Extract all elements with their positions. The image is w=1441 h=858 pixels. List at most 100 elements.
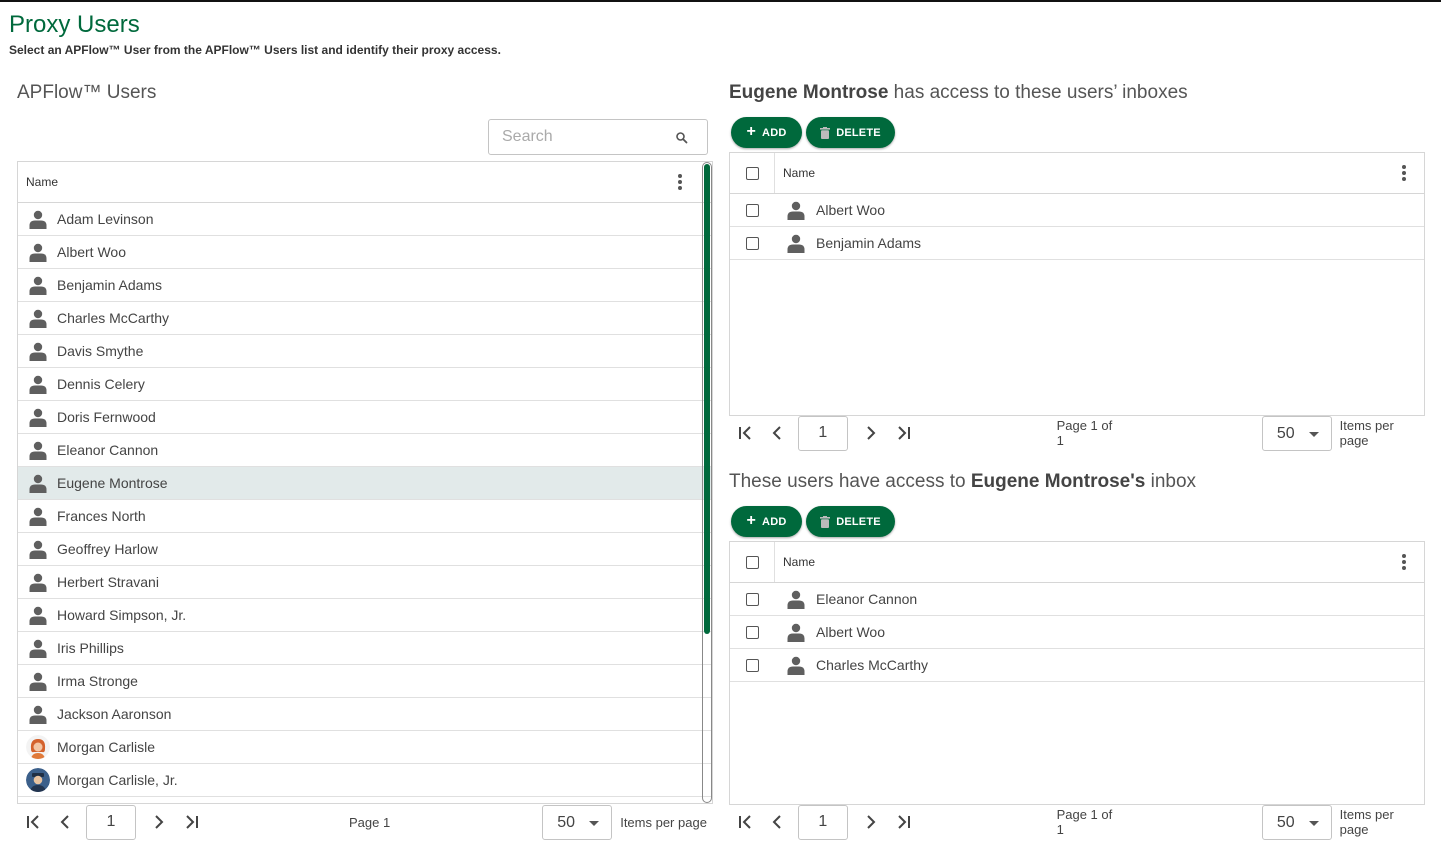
chevron-down-icon: [1308, 431, 1319, 437]
user-list-row[interactable]: Geoffrey Harlow: [18, 533, 712, 566]
users-grid: Name Adam Levinson Albert Woo Benjamin Ada…: [17, 161, 713, 804]
chevron-down-icon: [589, 820, 600, 826]
table-row[interactable]: Albert Woo: [730, 194, 1424, 227]
row-checkbox[interactable]: [746, 236, 759, 250]
user-list-row[interactable]: Doris Fernwood: [18, 401, 712, 434]
scrollbar-thumb[interactable]: [704, 164, 710, 634]
user-name: Jackson Aaronson: [57, 706, 172, 722]
items-per-page-select[interactable]: 50: [1261, 415, 1332, 451]
user-name: Irma Stronge: [57, 673, 138, 689]
user-list-row[interactable]: Eugene Montrose: [18, 467, 712, 500]
row-checkbox[interactable]: [746, 658, 759, 672]
first-page-icon[interactable]: [24, 812, 44, 832]
user-icon: [28, 672, 48, 691]
first-page-icon[interactable]: [736, 423, 756, 443]
table-row[interactable]: Albert Woo: [730, 616, 1424, 649]
user-icon: [28, 540, 48, 559]
user-icon: [786, 623, 806, 642]
user-list-row[interactable]: Iris Phillips: [18, 632, 712, 665]
row-checkbox[interactable]: [746, 625, 759, 639]
first-page-icon[interactable]: [736, 812, 756, 832]
column-menu-icon[interactable]: [1398, 552, 1410, 572]
column-header-name[interactable]: Name: [783, 166, 815, 180]
user-list-row[interactable]: Benjamin Adams: [18, 269, 712, 302]
user-list-row[interactable]: Jackson Aaronson: [18, 698, 712, 731]
search-icon[interactable]: [675, 131, 689, 145]
user-name: Morgan Carlisle, Jr.: [57, 772, 178, 788]
proxy-access-grid: Name Eleanor Cannon Albert Woo Charles McC…: [729, 541, 1425, 805]
row-checkbox[interactable]: [746, 203, 759, 217]
proxy-access-grid-header: Name: [730, 542, 1424, 583]
delete-button[interactable]: DELETE: [806, 506, 895, 537]
user-list-row[interactable]: Frances North: [18, 500, 712, 533]
next-page-icon[interactable]: [149, 812, 169, 832]
items-per-page-select[interactable]: 50: [1261, 804, 1332, 840]
user-icon: [28, 507, 48, 526]
next-page-icon[interactable]: [861, 812, 881, 832]
select-all-checkbox[interactable]: [745, 555, 759, 569]
user-name: Howard Simpson, Jr.: [57, 607, 187, 623]
last-page-icon[interactable]: [893, 812, 913, 832]
user-list-row[interactable]: Eleanor Cannon: [18, 434, 712, 467]
column-header-name[interactable]: Name: [783, 555, 815, 569]
user-icon: [28, 276, 48, 295]
inbox-access-grid-header: Name: [730, 153, 1424, 194]
table-row[interactable]: Benjamin Adams: [730, 227, 1424, 260]
column-menu-icon[interactable]: [674, 172, 686, 192]
search-box[interactable]: [488, 119, 708, 155]
scrollbar[interactable]: [702, 162, 712, 803]
user-name: Herbert Stravani: [57, 574, 159, 590]
table-row[interactable]: Eleanor Cannon: [730, 583, 1424, 616]
user-icon: [28, 342, 48, 361]
select-all-checkbox[interactable]: [745, 166, 759, 180]
items-per-page-select[interactable]: 50: [542, 804, 613, 840]
page-subtitle: Select an APFlow™ User from the APFlow™ …: [9, 43, 501, 57]
user-icon: [28, 474, 48, 493]
column-menu-icon[interactable]: [1398, 163, 1410, 183]
search-input[interactable]: [502, 128, 672, 146]
next-page-icon[interactable]: [861, 423, 881, 443]
prev-page-icon[interactable]: [767, 423, 787, 443]
page-number-input[interactable]: 1: [86, 804, 136, 840]
user-name: Adam Levinson: [57, 211, 154, 227]
add-button[interactable]: + ADD: [731, 506, 802, 537]
items-per-page-label: Items per page: [1339, 807, 1394, 837]
users-section-title: APFlow™ Users: [17, 82, 157, 103]
user-list-row[interactable]: Davis Smythe: [18, 335, 712, 368]
user-list-row[interactable]: Dennis Celery: [18, 368, 712, 401]
user-name: Eleanor Cannon: [57, 442, 159, 458]
last-page-icon[interactable]: [893, 423, 913, 443]
user-list-row[interactable]: Morgan Carlisle, Jr.: [18, 764, 712, 797]
items-per-page-label: Items per page: [1339, 418, 1394, 448]
trash-icon: [820, 126, 831, 139]
prev-page-icon[interactable]: [55, 812, 75, 832]
prev-page-icon[interactable]: [767, 812, 787, 832]
user-list-row[interactable]: Albert Woo: [18, 236, 712, 269]
user-icon: [28, 705, 48, 724]
user-list-row[interactable]: Morgan Carlisle: [18, 731, 712, 764]
user-list-row[interactable]: Howard Simpson, Jr.: [18, 599, 712, 632]
inbox-access-pager: 1 Page 1 of 1 50 Items per page: [736, 415, 1426, 451]
last-page-icon[interactable]: [181, 812, 201, 832]
user-list-row[interactable]: Charles McCarthy: [18, 302, 712, 335]
user-icon: [28, 639, 48, 658]
inbox-access-grid-body: Albert Woo Benjamin Adams: [730, 194, 1424, 260]
user-name: Iris Phillips: [57, 640, 124, 656]
table-row[interactable]: Charles McCarthy: [730, 649, 1424, 682]
user-icon: [28, 573, 48, 592]
page-label: Page 1: [349, 814, 391, 830]
row-checkbox[interactable]: [746, 592, 759, 606]
column-header-name[interactable]: Name: [26, 175, 58, 189]
user-name: Albert Woo: [57, 244, 126, 260]
page-number-input[interactable]: 1: [797, 804, 848, 840]
user-list-row[interactable]: Irma Stronge: [18, 665, 712, 698]
user-name: Doris Fernwood: [57, 409, 156, 425]
delete-button[interactable]: DELETE: [806, 117, 895, 148]
user-list-row[interactable]: Herbert Stravani: [18, 566, 712, 599]
add-button[interactable]: + ADD: [731, 117, 802, 148]
user-icon: [28, 606, 48, 625]
user-list-row[interactable]: Adam Levinson: [18, 203, 712, 236]
page-number-input[interactable]: 1: [797, 415, 848, 451]
items-per-page-label: Items per page: [620, 814, 707, 830]
user-icon: [28, 309, 48, 328]
